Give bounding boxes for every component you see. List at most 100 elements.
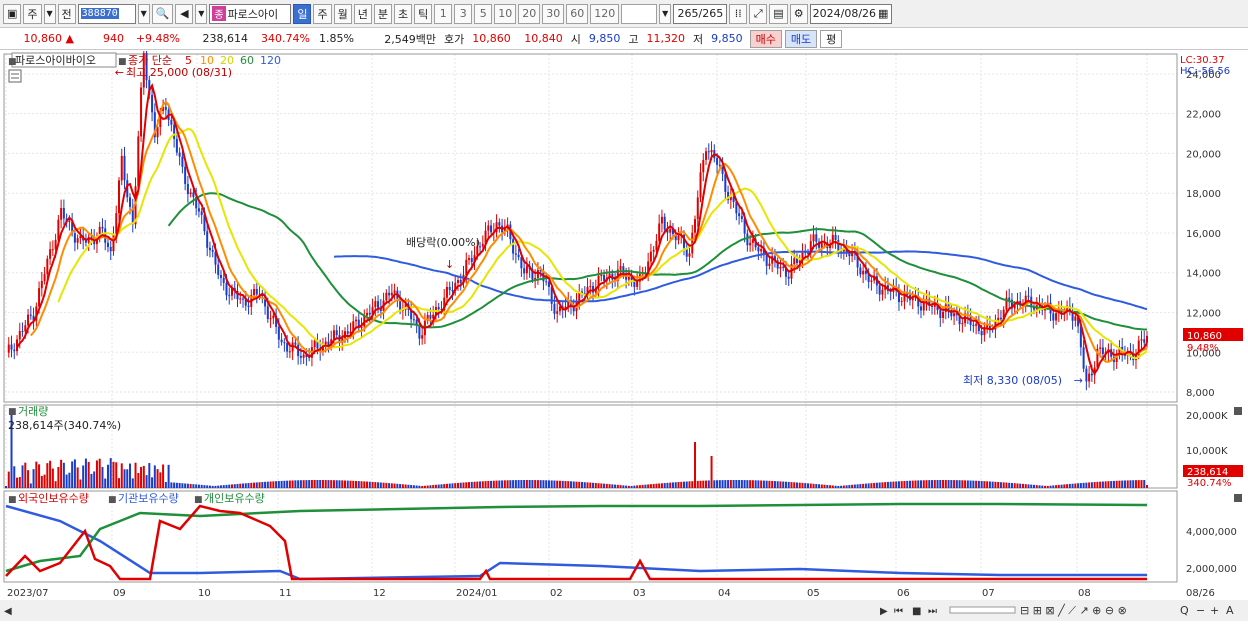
candle-body (536, 269, 539, 278)
calculator-icon[interactable] (8, 69, 22, 83)
interval-5[interactable]: 5 (474, 3, 493, 24)
legend-personal: 개인보유수량 (204, 492, 265, 505)
speaker-icon[interactable]: ◀ (175, 3, 194, 24)
volume-bar (1093, 482, 1096, 488)
current-price-label: 10,860 (1187, 331, 1222, 342)
volume-bar (1030, 484, 1033, 488)
zoom-out-icon[interactable]: Q (1180, 604, 1189, 617)
volume-bar (418, 485, 421, 488)
x-tick-label: 08 (1078, 588, 1091, 599)
chart-svg[interactable]: 24,00022,00020,00018,00016,00014,00012,0… (0, 44, 1248, 621)
date-input[interactable]: 2024/08/26 ▦ (809, 3, 892, 24)
volume-bar (931, 480, 934, 488)
candle-body (60, 207, 63, 220)
candle-body (211, 250, 214, 252)
period-day[interactable]: 일 (293, 3, 312, 24)
chevron-down-icon[interactable]: ▼ (195, 3, 208, 24)
candle-body (1008, 297, 1011, 300)
interval-60[interactable]: 60 (566, 3, 589, 24)
bid-value: 10,840 (524, 32, 563, 45)
stock-label: 파로스아이바이오 (15, 54, 96, 67)
dividend-annotation: 배당락(0.00%) (406, 236, 480, 249)
sell-button[interactable]: 매도 (784, 29, 818, 48)
interval-3[interactable]: 3 (454, 3, 473, 24)
period-year[interactable]: 년 (353, 3, 372, 24)
volume-bar (465, 482, 468, 488)
volume-bar (1121, 480, 1124, 488)
gear-icon[interactable]: ⚙ (789, 3, 808, 24)
buy-button[interactable]: 매수 (749, 29, 782, 48)
candle-body (1090, 373, 1093, 376)
candle-body (206, 231, 209, 248)
volume-bar (743, 480, 746, 488)
stock-name-box[interactable]: 종 파로스아이 (209, 3, 292, 24)
period-week[interactable]: 주 (313, 3, 332, 24)
candle-body (140, 87, 143, 137)
minus-icon[interactable]: − (1196, 604, 1205, 617)
candle-body (286, 343, 289, 352)
volume-bar (738, 480, 741, 488)
volume-bar (638, 485, 641, 488)
volume-bar (666, 482, 669, 488)
period-minute[interactable]: 분 (373, 3, 392, 24)
volume-bar (589, 482, 592, 488)
zoom-slider[interactable] (949, 606, 1016, 614)
draw-tools-icon[interactable]: ⊟ ⊞ ⊠ ╱ ⟋ ↗ ⊕ ⊖ ⊗ (1020, 603, 1127, 617)
chevron-down-icon[interactable]: ▼ (137, 3, 150, 24)
save-icon[interactable]: ▤ (769, 3, 788, 24)
volume-bar (24, 462, 27, 488)
holding-tick-label: 2,000,000 (1186, 564, 1237, 575)
first-icon[interactable]: ⏮ (894, 606, 903, 617)
auto-scale-icon[interactable]: A (1226, 604, 1234, 617)
candle-body (38, 288, 41, 307)
zoom-icon[interactable]: ⤢ (749, 3, 768, 24)
candle-body (247, 305, 250, 307)
code-input[interactable]: 388870 (77, 3, 136, 24)
interval-1[interactable]: 1 (434, 3, 453, 24)
volume-close-icon[interactable] (1234, 407, 1242, 415)
volume-bar (98, 458, 101, 488)
volume-bar (658, 483, 661, 488)
interval-10[interactable]: 10 (494, 3, 517, 24)
candle-body (385, 292, 388, 301)
interval-120[interactable]: 120 (590, 3, 620, 24)
stop-icon[interactable]: ■ (912, 606, 921, 617)
price-change: 940 (103, 32, 124, 45)
market-select[interactable]: 주 (23, 3, 42, 24)
chevron-down-icon[interactable]: ▼ (43, 3, 56, 24)
search-icon[interactable]: 🔍 (151, 3, 174, 24)
volume-bar (812, 483, 815, 488)
window-icon[interactable]: ▣ (3, 3, 22, 24)
calendar-icon[interactable]: ▦ (878, 7, 888, 20)
holding-close-icon[interactable] (1234, 494, 1242, 502)
eval-button[interactable]: 평 (820, 29, 843, 48)
period-month[interactable]: 월 (333, 3, 352, 24)
volume-bar (175, 482, 178, 488)
candle-body (470, 258, 473, 262)
candle-body (655, 240, 658, 250)
prev-button[interactable]: 전 (57, 3, 76, 24)
candle-body (677, 235, 680, 241)
interval-30[interactable]: 30 (542, 3, 565, 24)
plus-icon[interactable]: + (1210, 604, 1219, 617)
grid-icon[interactable]: ⁞⁞ (729, 3, 748, 24)
low-label: 저 (693, 32, 704, 46)
interval-20[interactable]: 20 (518, 3, 541, 24)
last-icon[interactable]: ⏭ (928, 606, 937, 617)
volume-bar (986, 481, 989, 488)
period-second[interactable]: 초 (393, 3, 413, 24)
volume-bar (798, 482, 801, 488)
period-tick[interactable]: 틱 (414, 3, 433, 24)
volume-bar (801, 482, 804, 488)
chevron-down-icon[interactable]: ▼ (659, 3, 672, 24)
candle-body (707, 151, 710, 153)
scroll-left-icon[interactable]: ◀ (4, 606, 12, 617)
volume-bar (906, 480, 909, 488)
candle-body (468, 258, 471, 260)
volume-bar (1021, 483, 1024, 488)
volume-bar (1107, 481, 1110, 488)
volume-bar (239, 483, 242, 488)
scroll-right-icon[interactable]: ▶ (880, 606, 888, 617)
volume-bar (327, 480, 330, 488)
interval-input[interactable] (621, 3, 658, 24)
